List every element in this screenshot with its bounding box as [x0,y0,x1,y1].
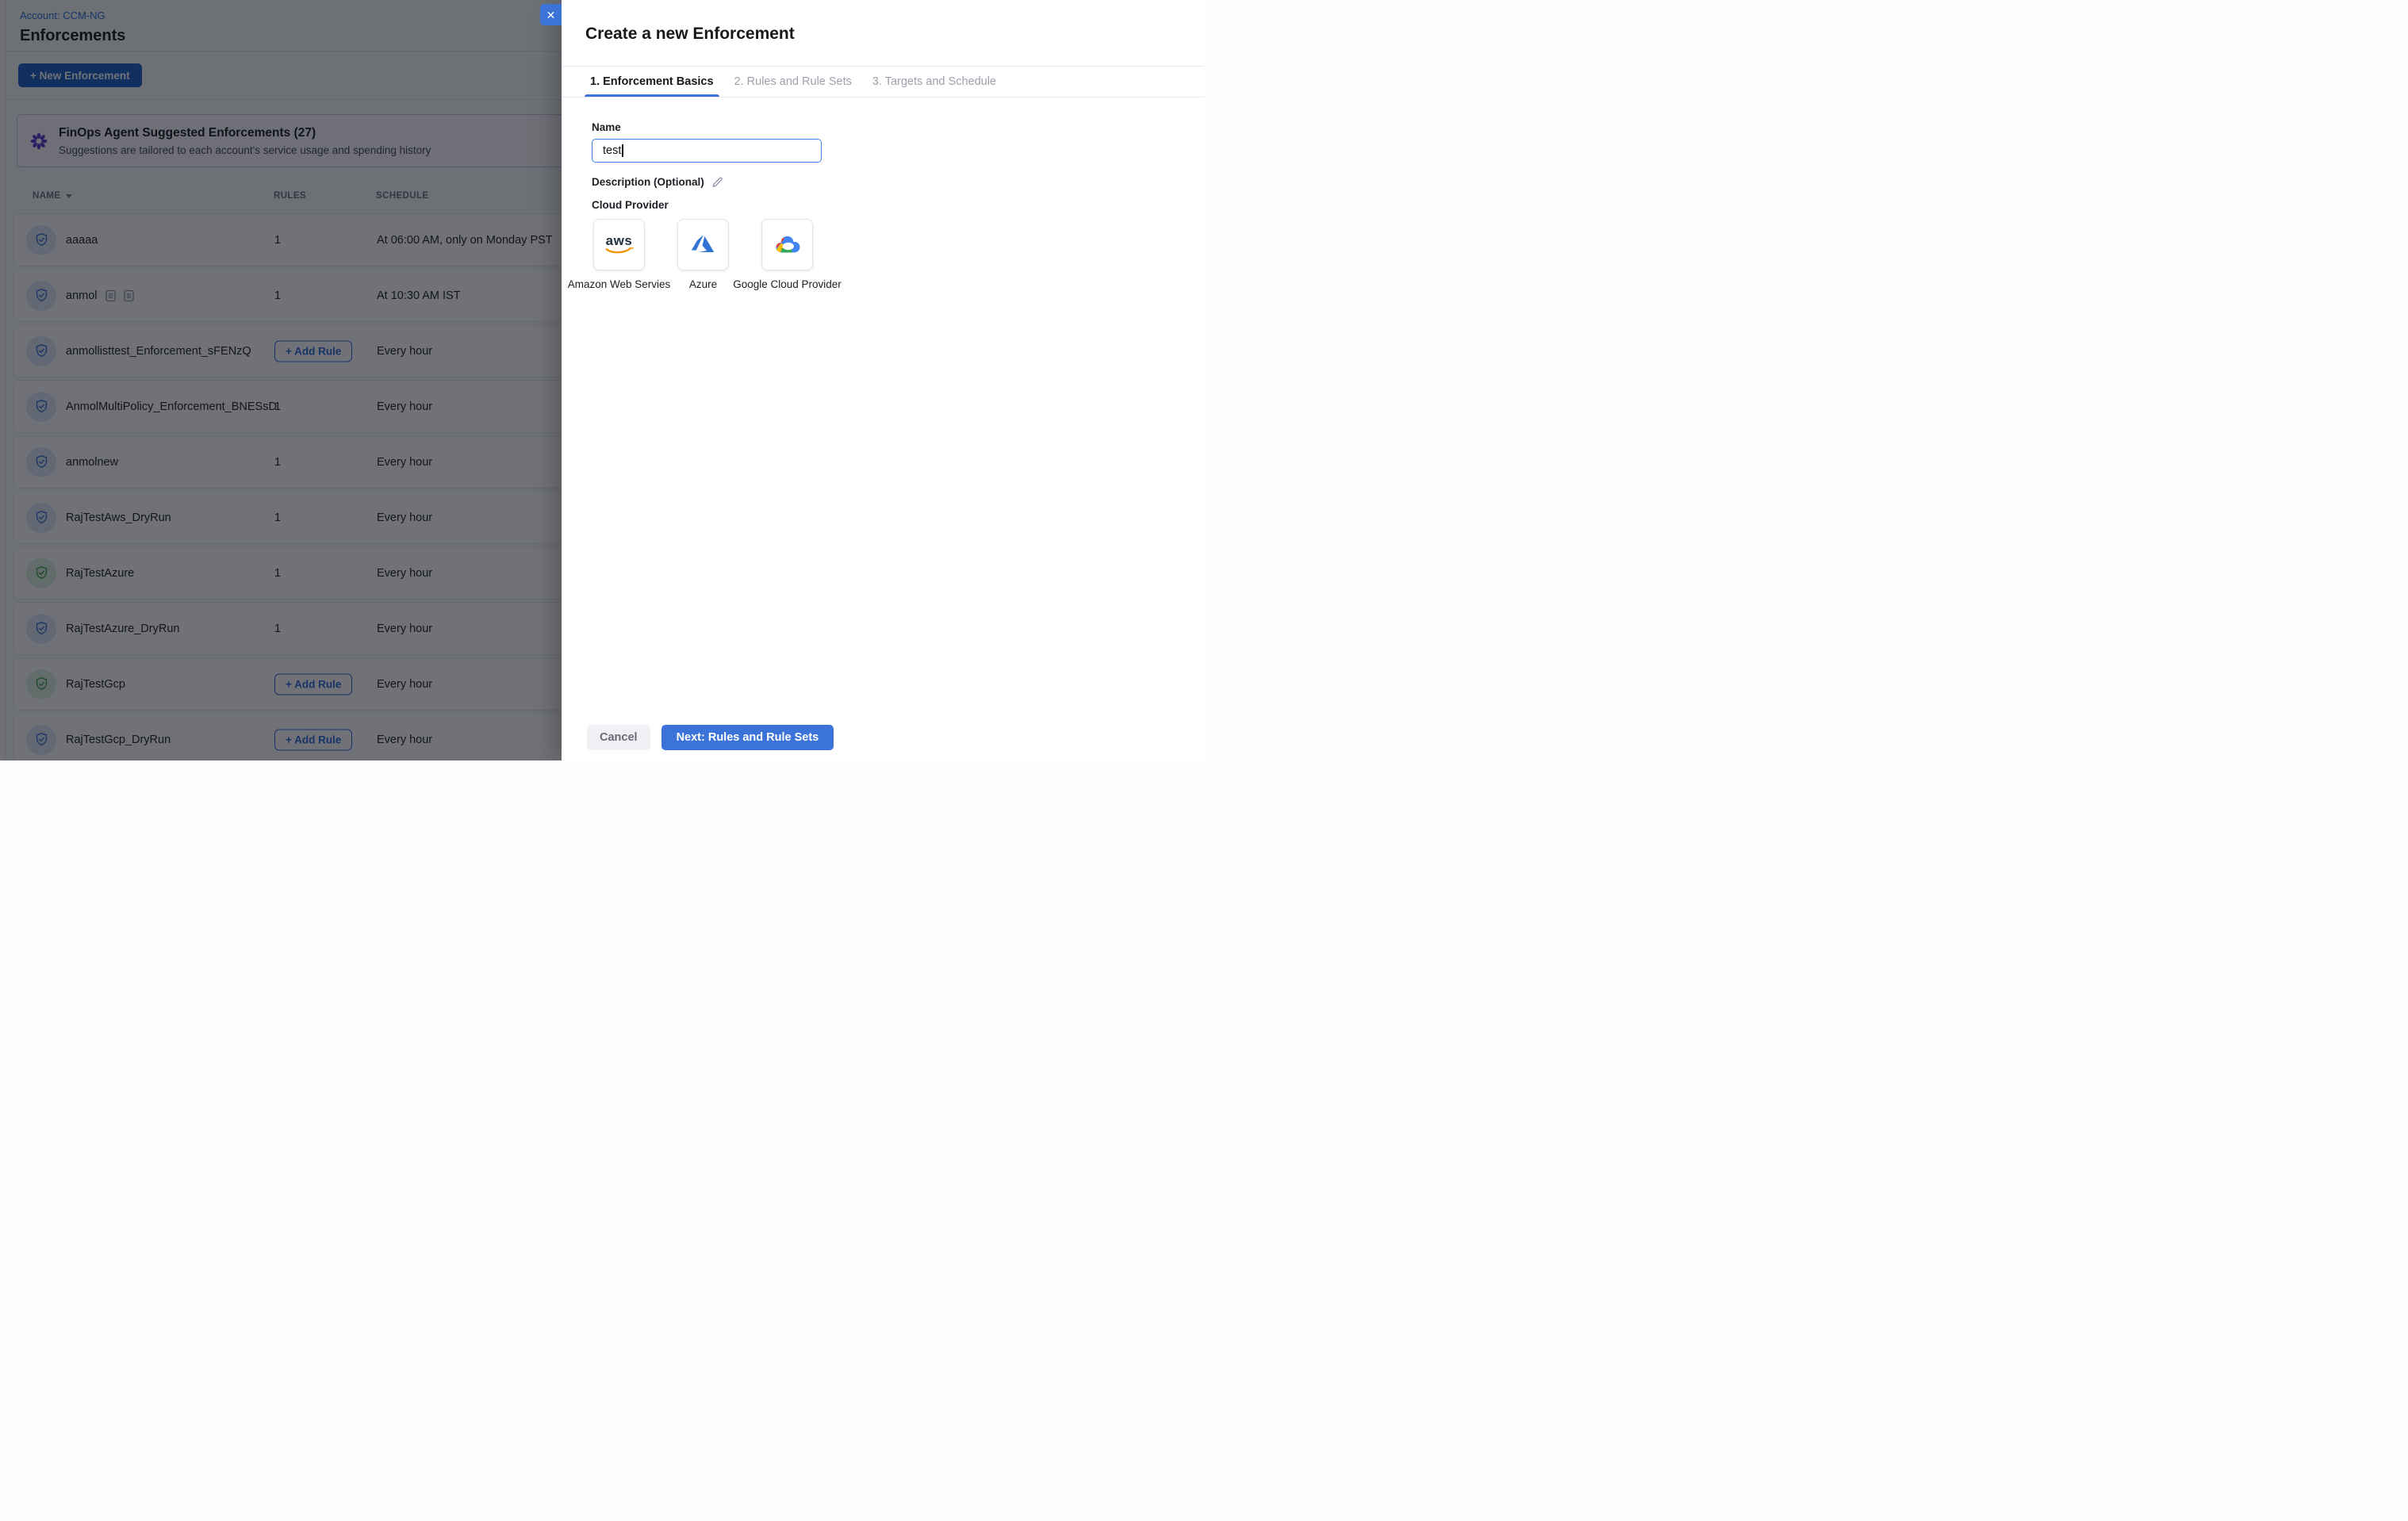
tab-rules-and-rule-sets[interactable]: 2. Rules and Rule Sets [734,67,852,97]
provider-aws-card[interactable]: aws [593,219,645,270]
next-rules-button[interactable]: Next: Rules and Rule Sets [661,725,834,750]
tab-targets-and-schedule[interactable]: 3. Targets and Schedule [872,67,996,97]
text-cursor [622,144,623,157]
provider-aws: aws Amazon Web Servies [593,219,645,270]
close-drawer-button[interactable]: ✕ [540,4,562,25]
aws-logo-icon: aws [606,234,633,247]
provider-azure-card[interactable] [677,219,729,270]
cloud-provider-options: aws Amazon Web Servies [592,219,1204,270]
screen: Account: CCM-NG Enforcements + New Enfor… [0,0,1204,760]
drawer-header: Create a new Enforcement [562,0,1204,67]
azure-logo-icon [690,232,717,257]
aws-smile-icon [605,247,634,256]
provider-gcp: Google Cloud Provider [761,219,813,270]
provider-gcp-label: Google Cloud Provider [732,278,843,292]
drawer-footer: Cancel Next: Rules and Rule Sets [587,725,834,750]
tab-enforcement-basics[interactable]: 1. Enforcement Basics [590,67,714,97]
name-input[interactable]: test [592,139,822,163]
cancel-button[interactable]: Cancel [587,725,650,750]
name-label: Name [592,121,1204,133]
create-enforcement-drawer: ✕ Create a new Enforcement 1. Enforcemen… [562,0,1204,760]
provider-gcp-card[interactable] [761,219,813,270]
name-input-value: test [603,144,621,157]
gcp-logo-icon [773,234,803,255]
drawer-tabs: 1. Enforcement Basics 2. Rules and Rule … [562,67,1204,98]
edit-pencil-icon[interactable] [711,175,724,188]
cloud-provider-label: Cloud Provider [592,199,1204,211]
provider-azure: Azure [677,219,729,270]
drawer-title: Create a new Enforcement [585,25,1204,44]
enforcement-basics-form: Name test Description (Optional) Cloud P… [562,98,1204,270]
description-label: Description (Optional) [592,176,704,188]
